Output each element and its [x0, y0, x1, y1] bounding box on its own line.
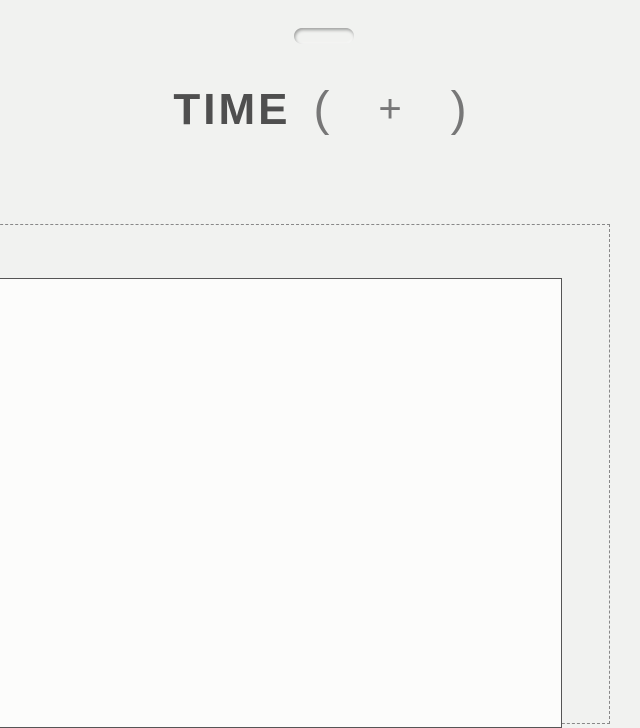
- binding-slot: [294, 28, 354, 44]
- title-word: TIME: [173, 85, 290, 135]
- open-paren: (: [313, 82, 329, 137]
- plus-icon: +: [378, 87, 401, 132]
- title-row: TIME ( + ): [0, 82, 640, 137]
- close-paren: ): [451, 82, 467, 137]
- content-box: [0, 278, 562, 728]
